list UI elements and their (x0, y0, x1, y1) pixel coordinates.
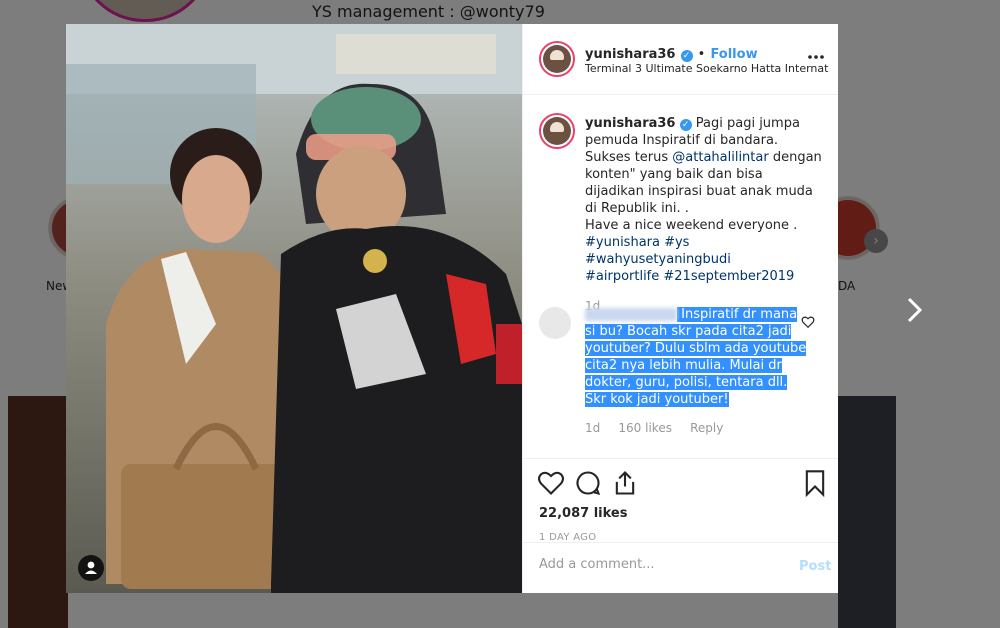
user-tag-icon[interactable] (78, 555, 104, 581)
author-line: yunishara36 ✓ • Follow (585, 43, 758, 62)
hashtags-line2[interactable]: #airportlife #21september2019 (585, 269, 794, 284)
heart-icon[interactable] (537, 469, 565, 497)
reply-button[interactable]: Reply (690, 421, 723, 435)
post-location[interactable]: Terminal 3 Ultimate Soekarno Hatta Inter… (585, 62, 829, 75)
comment-item: Inspiratif dr mana si bu? Bocah skr pada… (585, 306, 809, 437)
share-icon[interactable] (611, 469, 639, 497)
chevron-right-icon[interactable] (900, 292, 928, 328)
caption-author-avatar[interactable] (539, 113, 575, 149)
post-caption: yunishara36 ✓ Pagi pagi jumpa pemuda Ins… (585, 115, 825, 315)
blurred-commenter-username[interactable] (585, 308, 677, 321)
post-photo[interactable] (66, 24, 522, 593)
comment-age[interactable]: 1d (585, 421, 600, 435)
comment-icon[interactable] (574, 469, 602, 497)
author-username[interactable]: yunishara36 (585, 47, 675, 62)
more-options-icon[interactable] (807, 44, 825, 65)
caption-line3: Have a nice weekend everyone . (585, 218, 798, 233)
mention-link[interactable]: @attahalilintar (672, 150, 768, 165)
commenter-avatar[interactable] (539, 307, 571, 339)
bookmark-icon[interactable] (801, 469, 829, 498)
comment-bar: Post (523, 542, 838, 593)
comment-likes[interactable]: 160 likes (618, 421, 672, 435)
comments-list[interactable]: yunishara36 ✓ Pagi pagi jumpa pemuda Ins… (523, 96, 838, 458)
likes-count[interactable]: 22,087 likes (539, 506, 627, 521)
follow-button[interactable]: Follow (710, 47, 757, 62)
post-header: yunishara36 ✓ • Follow Terminal 3 Ultima… (523, 24, 838, 95)
comment-like-heart-icon[interactable] (801, 314, 815, 329)
caption-username[interactable]: yunishara36 (585, 116, 675, 131)
author-avatar[interactable] (539, 41, 575, 77)
comment-meta: 1d 160 likes Reply (585, 420, 809, 437)
post-comment-button[interactable]: Post (799, 559, 831, 574)
verified-badge-icon: ✓ (679, 119, 692, 131)
comment-input[interactable] (539, 557, 779, 572)
hashtags-line1[interactable]: #yunishara #ys #wahyusetyaningbudi (585, 235, 731, 267)
verified-badge-icon: ✓ (680, 50, 693, 62)
post-modal: yunishara36 ✓ • Follow Terminal 3 Ultima… (66, 24, 838, 593)
post-details-panel: yunishara36 ✓ • Follow Terminal 3 Ultima… (522, 24, 838, 593)
comment-text: Inspiratif dr mana si bu? Bocah skr pada… (585, 307, 807, 407)
separator-dot: • (697, 47, 706, 62)
caption-line2a: Sukses terus (585, 150, 673, 165)
